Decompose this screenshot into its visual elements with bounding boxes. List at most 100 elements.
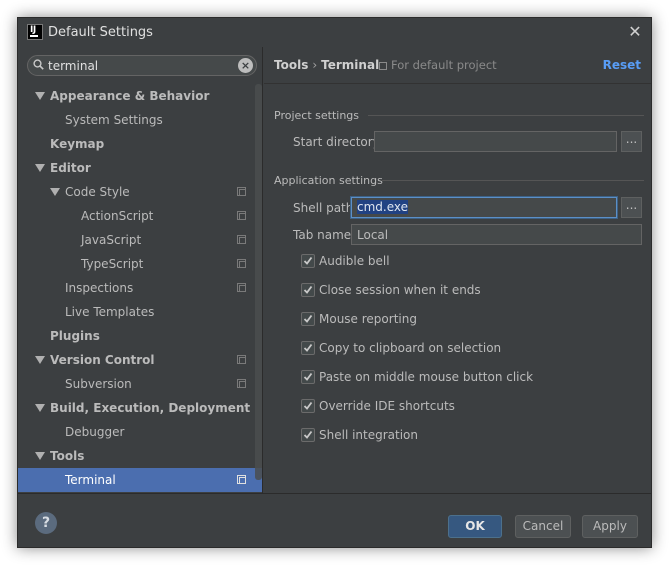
sidebar-item-editor[interactable]: Editor [18,156,262,180]
settings-search[interactable]: × [27,55,257,76]
shell-path-field[interactable]: cmd.exe [351,197,617,218]
start-directory-field[interactable] [374,131,617,152]
search-input[interactable] [48,58,228,73]
sidebar-item-label: Live Templates [65,305,155,319]
sidebar-item-inspections[interactable]: Inspections [18,276,262,300]
close-icon[interactable]: ✕ [625,22,645,42]
sidebar-item-label: ActionScript [81,209,154,223]
sidebar-item-plugins[interactable]: Plugins [18,324,262,348]
sidebar-item-tools[interactable]: Tools [18,444,262,468]
sidebar-item-label: Inspections [65,281,134,295]
sidebar-scrollbar[interactable] [255,84,262,480]
ok-button[interactable]: OK [448,515,502,538]
sidebar-item-label: Appearance & Behavior [50,89,210,103]
tab-name-field[interactable] [351,224,642,245]
project-level-icon [237,379,246,388]
checkbox-label: Paste on middle mouse button click [319,370,534,384]
sidebar-item-keymap[interactable]: Keymap [18,132,262,156]
intellij-logo-icon: IJ [27,24,43,40]
checkbox[interactable] [301,399,315,413]
project-level-icon [237,475,246,484]
application-settings-divider [382,180,644,181]
checkbox[interactable] [301,428,315,442]
sidebar-item-label: Version Control [50,353,155,367]
project-level-icon [237,235,246,244]
checkbox-label: Copy to clipboard on selection [319,341,502,355]
project-level-icon [237,211,246,220]
sidebar-item-label: Editor [50,161,91,175]
scope-label: For default project [379,58,497,72]
settings-sidebar: × Appearance & Behavior System Settings Ke… [18,47,263,493]
start-directory-browse-button[interactable]: ... [621,131,642,152]
apply-button-label: Apply [593,519,627,533]
sidebar-item-system-settings[interactable]: System Settings [18,108,262,132]
breadcrumb-separator: › [312,58,318,72]
checkmark-icon [303,401,313,410]
sidebar-item-actionscript[interactable]: ActionScript [18,204,262,228]
checkbox[interactable] [301,341,315,355]
checkbox-label: Override IDE shortcuts [319,399,455,413]
checkbox[interactable] [301,254,315,268]
settings-tree: Appearance & Behavior System Settings Keym… [18,84,262,492]
start-directory-label: Start directory [293,135,380,149]
checkbox-label: Audible bell [319,254,390,268]
checkbox-label: Close session when it ends [319,283,481,297]
checkbox[interactable] [301,370,315,384]
project-level-icon [237,187,246,196]
window-title: Default Settings [48,25,153,40]
sidebar-item-label: Subversion [65,377,132,391]
sidebar-item-label: System Settings [65,113,163,127]
expand-arrow-icon[interactable] [35,452,45,460]
checkmark-icon [303,285,313,294]
reset-link[interactable]: Reset [603,58,641,72]
settings-content: Tools › Terminal For default project Reset… [264,47,651,493]
sidebar-item-live-templates[interactable]: Live Templates [18,300,262,324]
sidebar-item-code-style[interactable]: Code Style [18,180,262,204]
expand-arrow-icon[interactable] [35,356,45,364]
checkmark-icon [303,372,313,381]
header-divider [264,83,651,84]
sidebar-item-subversion[interactable]: Subversion [18,372,262,396]
search-icon [33,59,44,70]
sidebar-item-debugger[interactable]: Debugger [18,420,262,444]
sidebar-item-label: Debugger [65,425,125,439]
sidebar-item-appearance-behavior[interactable]: Appearance & Behavior [18,84,262,108]
sidebar-item-typescript[interactable]: TypeScript [18,252,262,276]
checkbox-label: Mouse reporting [319,312,417,326]
project-settings-title: Project settings [274,109,359,122]
shell-path-value: cmd.exe [357,200,409,214]
settings-dialog: IJ Default Settings ✕ × Appearance & Beh… [17,17,652,548]
shell-path-label: Shell path [293,201,354,215]
tab-name-label: Tab name [293,228,352,242]
sidebar-item-label: TypeScript [81,257,144,271]
expand-arrow-icon[interactable] [50,188,60,196]
sidebar-item-label: Terminal [65,473,116,487]
checkbox[interactable] [301,283,315,297]
sidebar-item-build-execution-deployment[interactable]: Build, Execution, Deployment [18,396,262,420]
sidebar-item-label: Tools [50,449,85,463]
sidebar-item-label: Plugins [50,329,100,343]
expand-arrow-icon[interactable] [35,164,45,172]
project-scope-icon [379,62,387,70]
breadcrumb-parent: Tools [274,58,309,72]
shell-path-browse-button[interactable]: ... [621,197,642,218]
checkbox[interactable] [301,312,315,326]
sidebar-item-javascript[interactable]: JavaScript [18,228,262,252]
project-level-icon [237,355,246,364]
apply-button[interactable]: Apply [582,515,638,538]
sidebar-item-label: JavaScript [81,233,142,247]
checkmark-icon [303,430,313,439]
cancel-button[interactable]: Cancel [515,515,571,538]
project-level-icon [237,259,246,268]
checkmark-icon [303,343,313,352]
clear-search-icon[interactable]: × [238,58,253,73]
sidebar-item-version-control[interactable]: Version Control [18,348,262,372]
application-settings-title: Application settings [274,174,383,187]
title-bar[interactable]: IJ Default Settings ✕ [18,18,651,47]
help-icon[interactable]: ? [35,512,57,534]
expand-arrow-icon[interactable] [35,404,45,412]
expand-arrow-icon[interactable] [35,92,45,100]
sidebar-item-terminal[interactable]: Terminal [18,468,262,492]
checkmark-icon [303,256,313,265]
checkbox-label: Shell integration [319,428,419,442]
